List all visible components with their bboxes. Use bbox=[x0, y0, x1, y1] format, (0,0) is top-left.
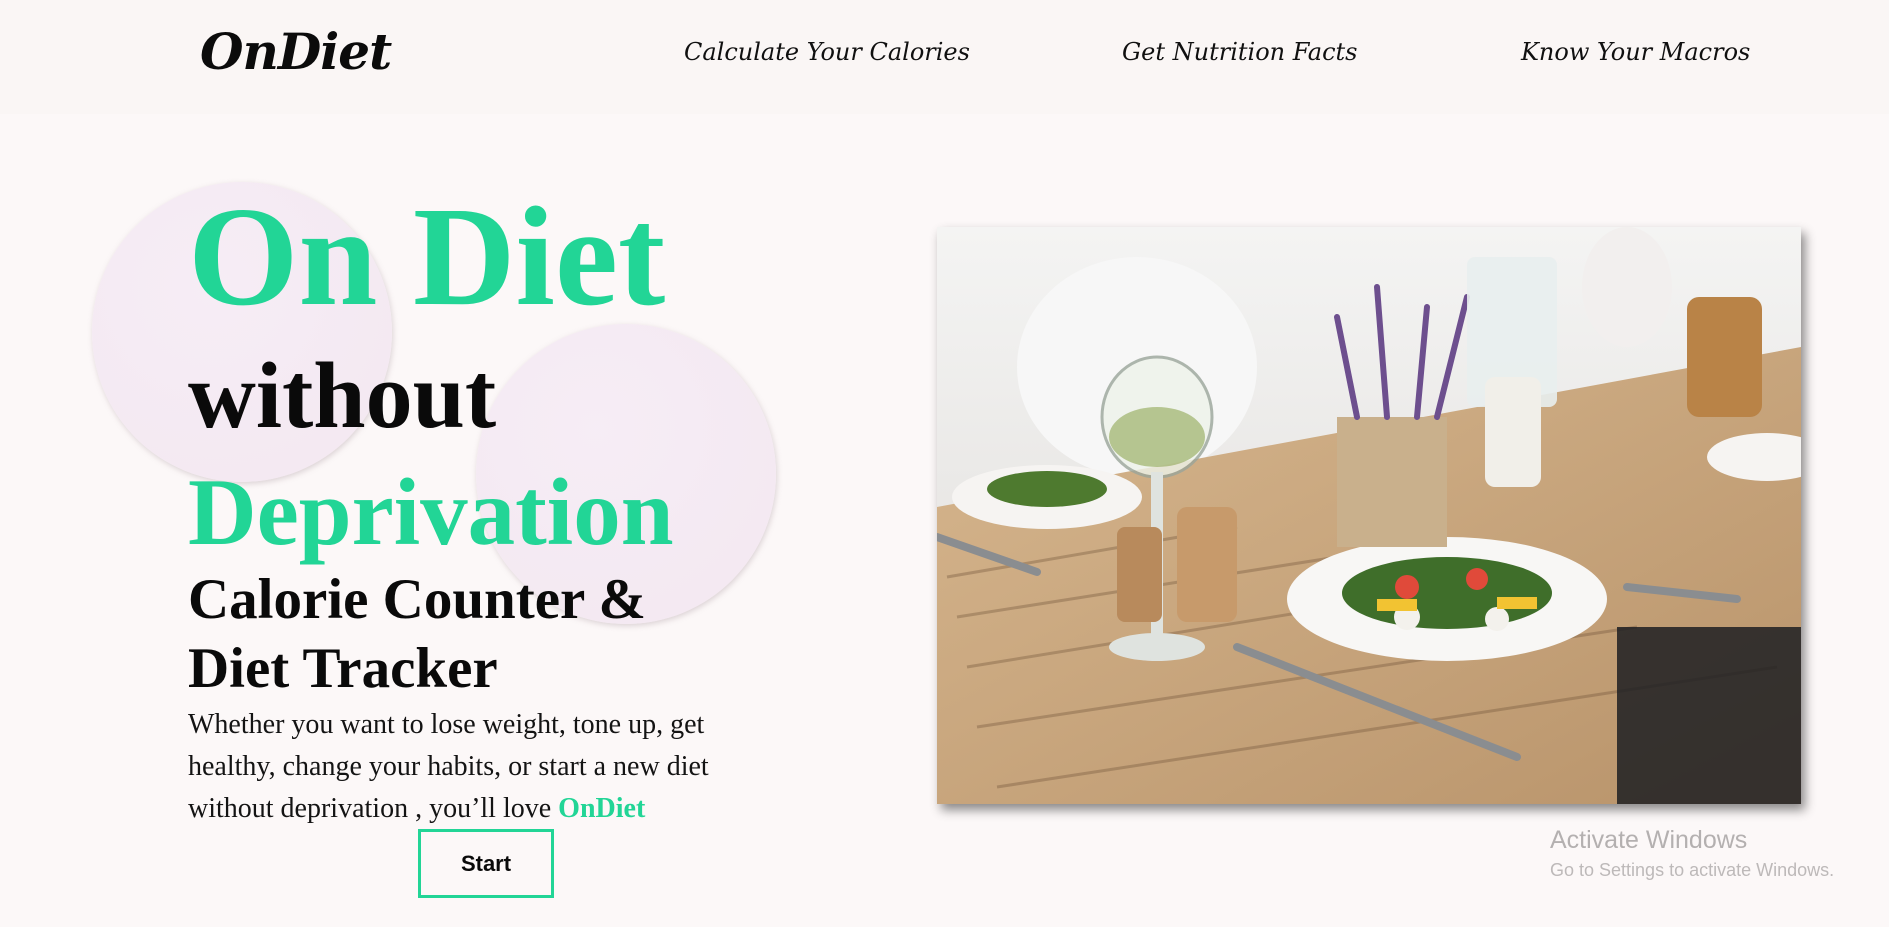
subtitle-line1: Calorie Counter & bbox=[188, 568, 647, 631]
activate-windows-subtitle: Go to Settings to activate Windows. bbox=[1550, 860, 1835, 880]
logo[interactable]: OnDiet bbox=[200, 22, 392, 81]
hero-title-line2: without bbox=[188, 344, 497, 448]
nav-link-nutrition-facts[interactable]: Get Nutrition Facts bbox=[1122, 38, 1358, 66]
hero-title-line3: Deprivation bbox=[188, 459, 674, 565]
subtitle-line2: Diet Tracker bbox=[188, 637, 498, 700]
photo-illustration bbox=[937, 227, 1801, 804]
activate-windows-title: Activate Windows bbox=[1550, 826, 1748, 854]
nav-link-calculate-calories[interactable]: Calculate Your Calories bbox=[684, 38, 970, 66]
start-button[interactable]: Start bbox=[418, 829, 554, 898]
navbar: OnDiet Calculate Your Calories Get Nutri… bbox=[0, 0, 1889, 114]
dining-table-salad-photo bbox=[937, 227, 1801, 804]
brand-highlight: OnDiet bbox=[558, 793, 646, 824]
hero-description: Whether you want to lose weight, tone up… bbox=[188, 704, 728, 830]
hero-title-line1: On Diet bbox=[188, 177, 666, 335]
nav-link-know-macros[interactable]: Know Your Macros bbox=[1521, 38, 1750, 66]
